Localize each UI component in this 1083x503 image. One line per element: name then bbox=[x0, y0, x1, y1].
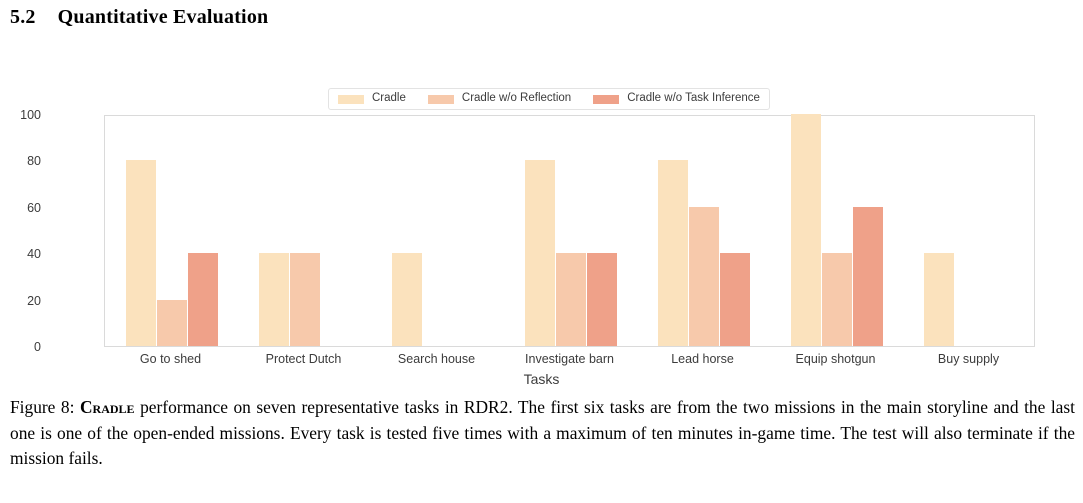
y-tick-label-4: 80 bbox=[27, 154, 41, 169]
bar-2[interactable] bbox=[852, 206, 883, 346]
caption-body: performance on seven representative task… bbox=[10, 397, 1075, 468]
legend-item-1[interactable]: Cradle w/o Reflection bbox=[427, 92, 572, 105]
bars-layer bbox=[105, 114, 1036, 346]
page-title: 5.2 Quantitative Evaluation bbox=[10, 6, 268, 29]
bar-1[interactable] bbox=[555, 253, 586, 346]
bar-0[interactable] bbox=[524, 160, 555, 346]
caption-prefix: Figure 8: bbox=[10, 397, 80, 417]
legend-swatch-icon bbox=[338, 94, 364, 104]
bar-group bbox=[105, 116, 238, 346]
legend-label: Cradle w/o Reflection bbox=[461, 92, 572, 105]
bar-1[interactable] bbox=[156, 299, 187, 346]
bar-0[interactable] bbox=[790, 114, 821, 346]
chart-legend: Cradle Cradle w/o Reflection Cradle w/o Ta… bbox=[328, 88, 770, 110]
bar-group bbox=[371, 116, 504, 346]
bar-0[interactable] bbox=[657, 160, 688, 346]
legend-label: Cradle bbox=[372, 92, 406, 105]
bar-group bbox=[637, 116, 770, 346]
plot-area bbox=[104, 114, 1036, 347]
y-tick-label-1: 20 bbox=[27, 293, 41, 308]
bar-2[interactable] bbox=[719, 253, 750, 346]
bar-group bbox=[903, 116, 1036, 346]
section-number: 5.2 bbox=[10, 6, 36, 28]
figure-caption: Figure 8: Cradle performance on seven re… bbox=[10, 395, 1075, 472]
figure-8: Cradle Cradle w/o Reflection Cradle w/o Ta… bbox=[0, 58, 1083, 393]
bar-2[interactable] bbox=[586, 253, 617, 346]
bar-1[interactable] bbox=[688, 206, 719, 346]
bar-group bbox=[770, 114, 903, 346]
x-axis-label: Tasks bbox=[523, 371, 560, 387]
bar-1[interactable] bbox=[289, 253, 320, 346]
y-tick-label-5: 100 bbox=[20, 108, 41, 122]
legend-label: Cradle w/o Task Inference bbox=[627, 92, 760, 105]
legend-item-0[interactable]: Cradle bbox=[338, 93, 406, 105]
legend-swatch-icon bbox=[593, 94, 620, 104]
bar-0[interactable] bbox=[391, 253, 422, 346]
section-title: Quantitative Evaluation bbox=[57, 6, 269, 28]
bar-0[interactable] bbox=[923, 253, 954, 346]
plot-inner bbox=[105, 114, 1036, 346]
legend-swatch-icon bbox=[427, 94, 454, 104]
legend-item-2[interactable]: Cradle w/o Task Inference bbox=[593, 93, 760, 105]
bar-group bbox=[238, 116, 371, 346]
caption-system-name: Cradle bbox=[79, 397, 135, 417]
bar-0[interactable] bbox=[125, 160, 156, 346]
bar-1[interactable] bbox=[821, 253, 852, 346]
bar-0[interactable] bbox=[258, 253, 289, 346]
bar-group bbox=[504, 116, 637, 346]
x-tick-label-6: Buy supply bbox=[937, 352, 1000, 366]
y-tick-label-0: 0 bbox=[34, 340, 41, 354]
bar-2[interactable] bbox=[187, 253, 218, 346]
y-tick-label-2: 40 bbox=[27, 247, 41, 262]
y-tick-label-3: 60 bbox=[27, 200, 41, 215]
